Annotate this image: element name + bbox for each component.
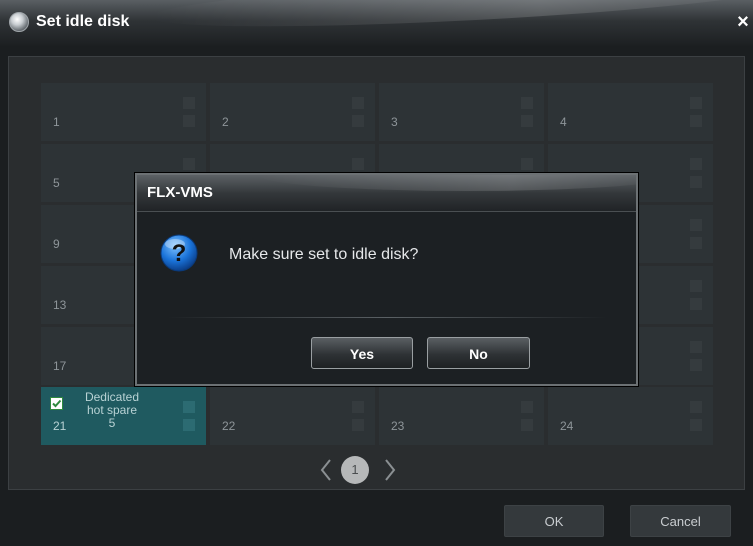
disk-number: 22 (222, 419, 236, 433)
disk-slot[interactable]: 2 (210, 83, 375, 141)
disk-checkbox[interactable] (50, 397, 63, 410)
svg-text:?: ? (172, 240, 187, 267)
disk-number: 23 (391, 419, 405, 433)
pagination: 1 (318, 452, 418, 488)
yes-button[interactable]: Yes (311, 337, 413, 369)
disk-indicator (690, 158, 702, 170)
disk-number: 9 (53, 237, 60, 251)
disk-number: 17 (53, 359, 67, 373)
disk-slot[interactable]: 22 (210, 387, 375, 445)
disk-indicator (690, 237, 702, 249)
ok-button[interactable]: OK (504, 505, 604, 537)
chevron-left-icon (320, 459, 331, 481)
disk-indicator (183, 158, 195, 170)
titlebar-decoration (149, 0, 753, 37)
dialog-divider (167, 317, 607, 318)
disk-indicator (183, 115, 195, 127)
disk-indicator (690, 176, 702, 188)
disk-indicator (352, 419, 364, 431)
disk-number: 24 (560, 419, 574, 433)
disk-slot[interactable]: 1 (41, 83, 206, 141)
disk-indicator (352, 115, 364, 127)
app-logo-icon (9, 12, 29, 32)
dialog-title: FLX-VMS (147, 184, 213, 201)
disk-number: 2 (222, 115, 229, 129)
disk-number: 1 (53, 115, 60, 129)
disk-indicator (690, 341, 702, 353)
disk-indicator (521, 401, 533, 413)
disk-indicator (690, 401, 702, 413)
disk-indicator (690, 219, 702, 231)
cancel-button[interactable]: Cancel (630, 505, 731, 537)
dialog-message: Make sure set to idle disk? (229, 246, 419, 263)
disk-indicator (521, 158, 533, 170)
disk-number: 21 (53, 419, 67, 433)
dialog-titlebar: FLX-VMS (137, 175, 636, 212)
disk-number: 4 (560, 115, 567, 129)
disk-slot[interactable]: 23 (379, 387, 544, 445)
question-icon: ? (159, 233, 199, 273)
close-button[interactable]: × (733, 10, 753, 34)
disk-indicator (183, 401, 195, 413)
disk-indicator (521, 115, 533, 127)
chevron-right-icon (385, 459, 396, 481)
disk-indicator (183, 419, 195, 431)
titlebar-decoration (257, 175, 636, 191)
confirm-dialog: FLX-VMS ? Make sure set to idle disk? Ye… (135, 173, 638, 386)
disk-indicator (690, 359, 702, 371)
disk-slot-dedicated[interactable]: Dedicated hot spare 5 21 (41, 387, 206, 445)
disk-number: 5 (53, 176, 60, 190)
disk-indicator (690, 298, 702, 310)
disk-indicator (352, 97, 364, 109)
prev-page-button[interactable] (318, 456, 334, 484)
disk-indicator (352, 401, 364, 413)
disk-slot[interactable]: 4 (548, 83, 713, 141)
disk-indicator (690, 97, 702, 109)
disk-state-label: Dedicated hot spare 5 (84, 390, 140, 430)
disk-indicator (183, 97, 195, 109)
page-number-button[interactable]: 1 (341, 456, 369, 484)
disk-number: 13 (53, 298, 67, 312)
disk-indicator (521, 97, 533, 109)
disk-slot[interactable]: 24 (548, 387, 713, 445)
checkmark-icon (52, 399, 62, 408)
window-title: Set idle disk (36, 13, 130, 30)
disk-indicator (352, 158, 364, 170)
disk-indicator (690, 280, 702, 292)
disk-indicator (690, 419, 702, 431)
disk-indicator (521, 419, 533, 431)
next-page-button[interactable] (382, 456, 398, 484)
disk-slot[interactable]: 3 (379, 83, 544, 141)
no-button[interactable]: No (427, 337, 530, 369)
disk-indicator (690, 115, 702, 127)
disk-number: 3 (391, 115, 398, 129)
